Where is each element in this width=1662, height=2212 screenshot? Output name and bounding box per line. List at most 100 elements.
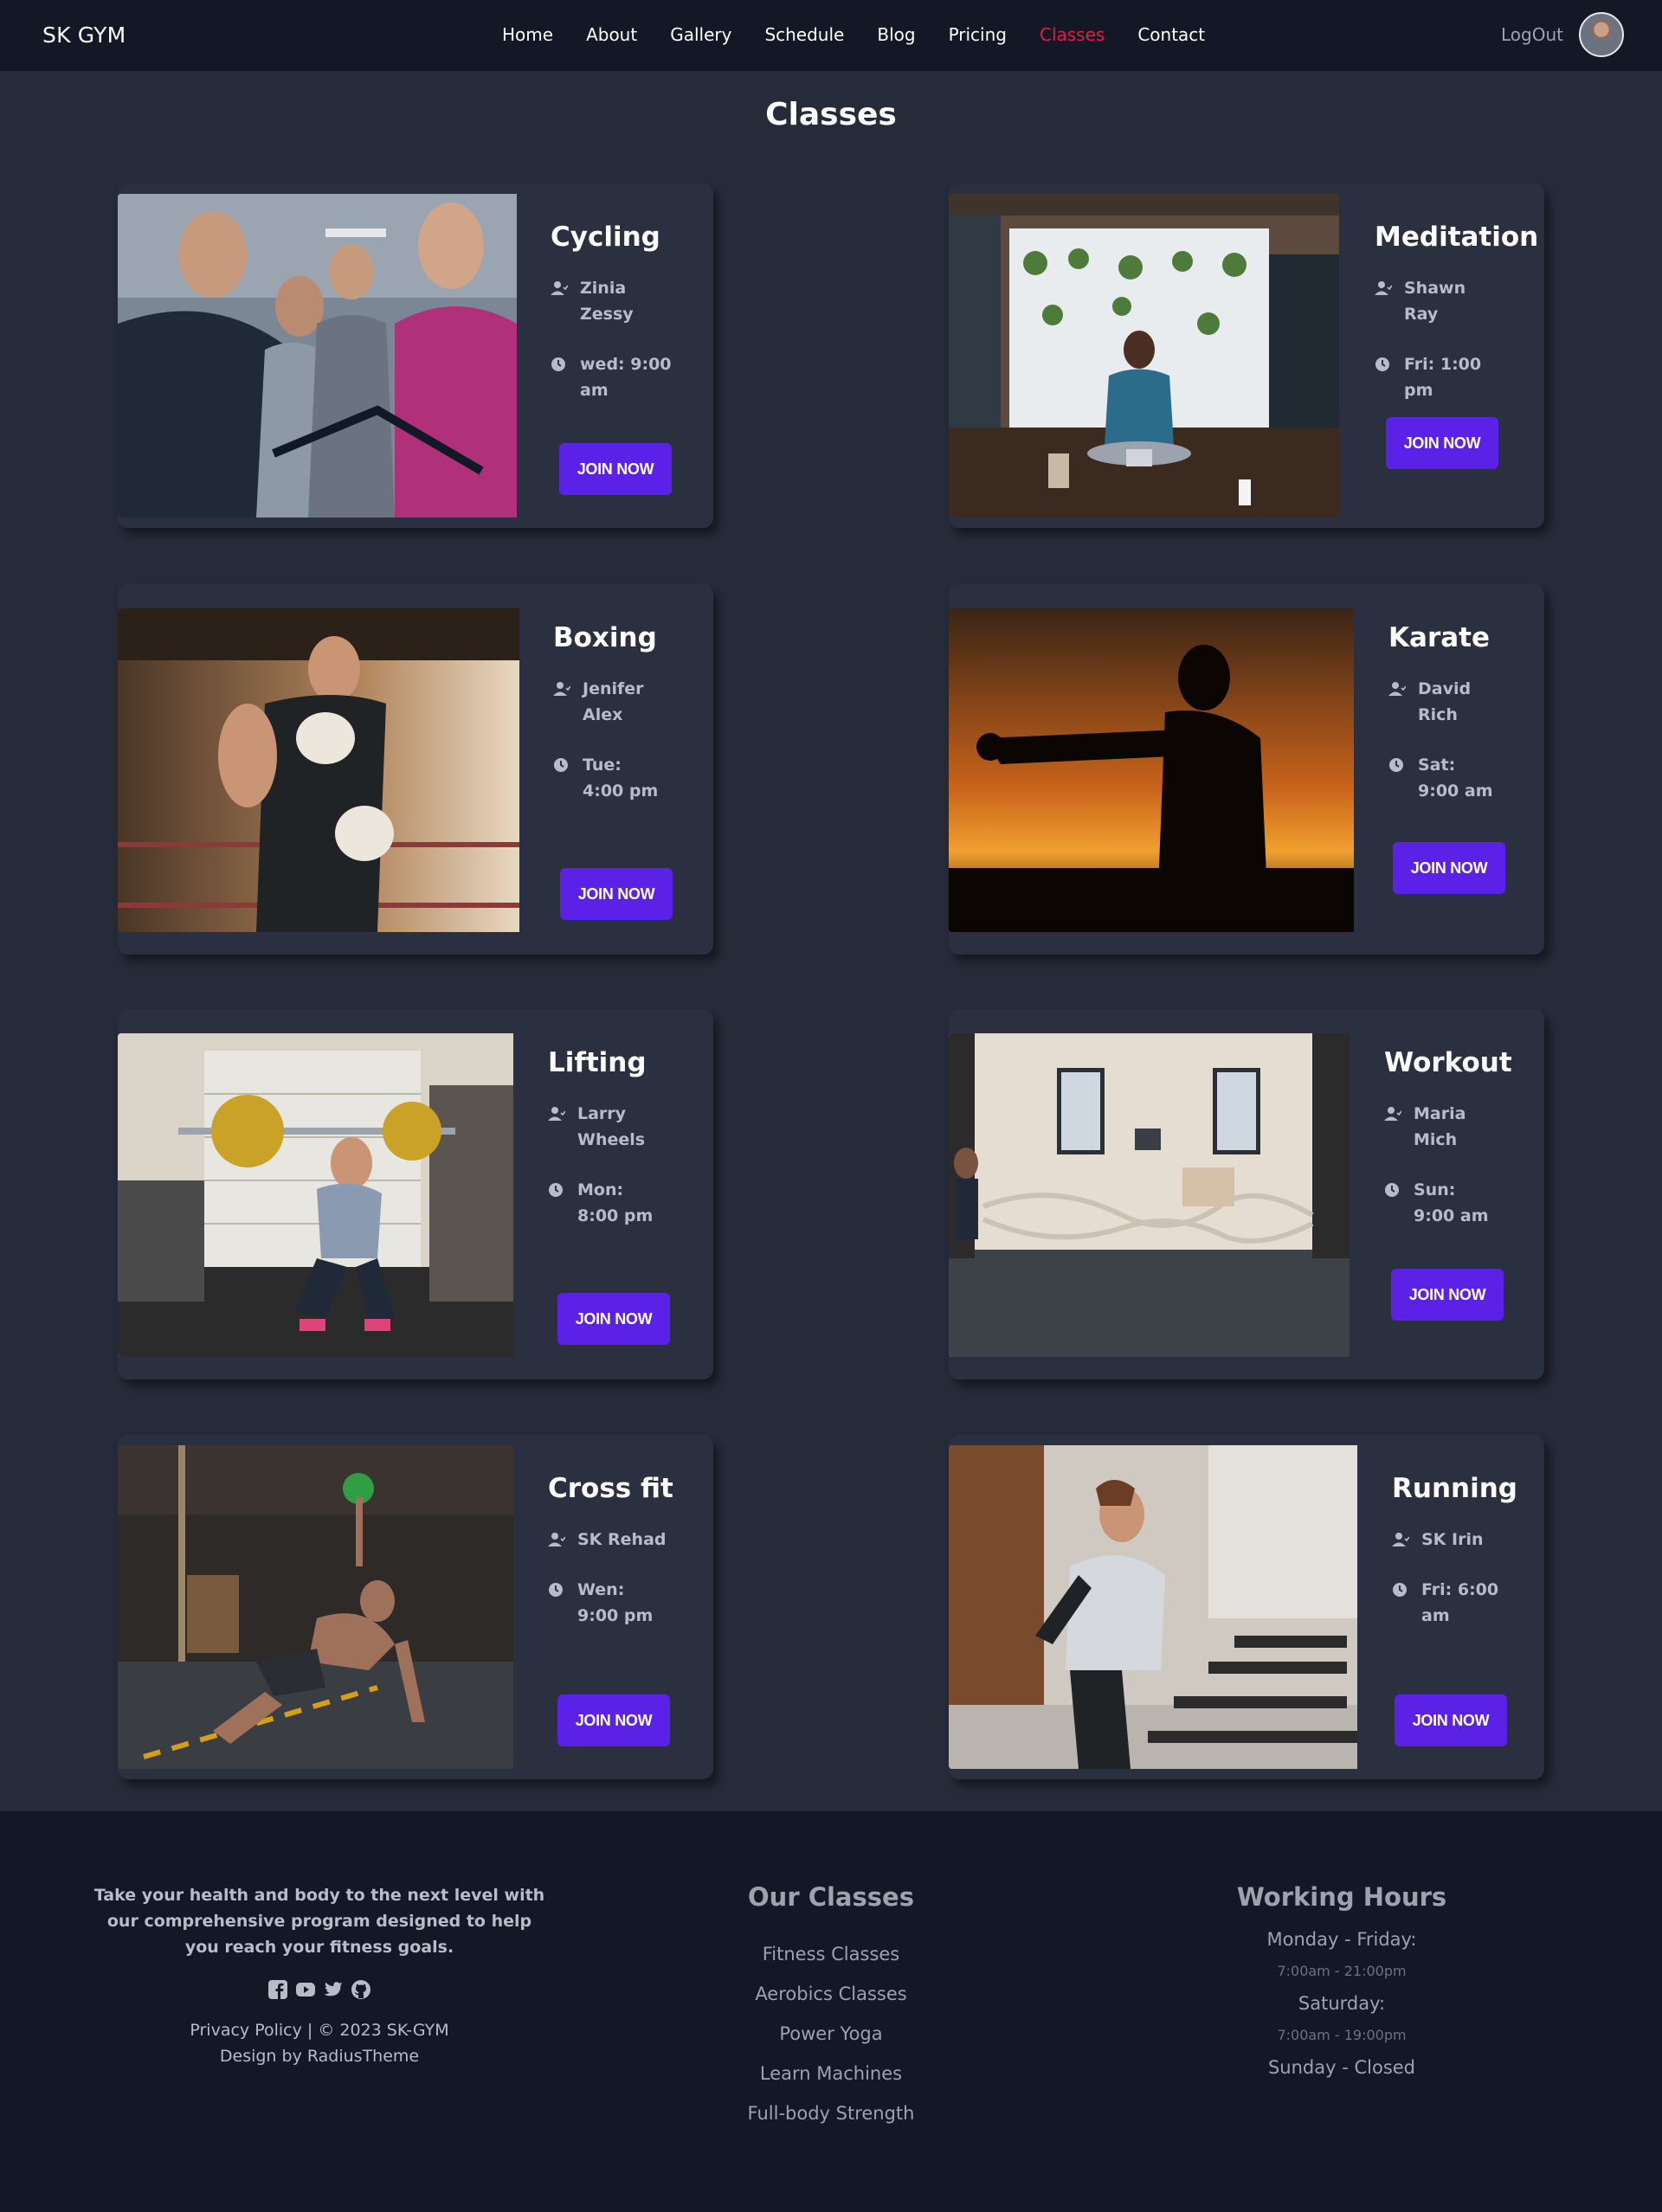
footer-tagline: Take your health and body to the next le… (93, 1886, 545, 1957)
logout-link[interactable]: LogOut (1501, 24, 1563, 45)
hours-weekday-time: 7:00am - 21:00pm (1277, 1963, 1407, 1979)
footer-hours-title: Working Hours (1236, 1882, 1447, 1912)
join-now-button[interactable]: JOIN NOW (1395, 1694, 1507, 1746)
footer-class-link[interactable]: Learn Machines (701, 2054, 961, 2093)
class-photo-meditation (949, 194, 1339, 518)
join-now-button[interactable]: JOIN NOW (1386, 417, 1498, 469)
nav-about[interactable]: About (586, 24, 637, 50)
nav-home[interactable]: Home (502, 24, 553, 50)
class-card-boxing: Boxing Jenifer Alex Tue: 4:00 pm JOIN NO… (118, 584, 713, 955)
nav-blog[interactable]: Blog (877, 24, 915, 50)
join-now-button[interactable]: JOIN NOW (557, 1694, 670, 1746)
class-card-karate: Karate David Rich Sat: 9:00 am JOIN NOW (949, 584, 1544, 955)
social-links (90, 1979, 549, 2000)
clock-icon (548, 1582, 565, 1598)
time-text: Sat: 9:00 am (1418, 756, 1493, 801)
class-trainer: Shawn Ray (1375, 275, 1538, 327)
class-photo-cycling (118, 194, 517, 518)
class-card-lifting: Lifting Larry Wheels Mon: 8:00 pm JOIN N… (118, 1009, 713, 1379)
youtube-icon[interactable] (295, 1979, 316, 2000)
time-text: Wen: 9:00 pm (577, 1580, 654, 1625)
page-title: Classes (765, 97, 897, 132)
time-text: wed: 9:00 am (580, 355, 672, 400)
class-trainer: Jenifer Alex (553, 676, 660, 728)
user-icon (551, 280, 568, 296)
class-title: Meditation (1375, 222, 1539, 253)
class-photo-lifting (118, 1033, 513, 1357)
class-card-cycling: Cycling Zinia Zessy wed: 9:00 am JOIN NO… (118, 183, 713, 528)
clock-icon (553, 757, 570, 773)
footer-classes: Our Classes Fitness Classes Aerobics Cla… (701, 1882, 961, 2133)
trainer-name: Larry Wheels (577, 1104, 646, 1149)
class-title: Cross fit (548, 1473, 673, 1504)
class-time: Tue: 4:00 pm (553, 752, 660, 804)
footer-credit: Design by RadiusTheme (219, 2047, 420, 2066)
class-time: Fri: 1:00 pm (1375, 351, 1538, 403)
join-now-button[interactable]: JOIN NOW (559, 443, 672, 495)
trainer-name: Shawn Ray (1404, 279, 1466, 324)
nav-gallery[interactable]: Gallery (670, 24, 731, 50)
clock-icon (1388, 757, 1406, 773)
time-text: Sun: 9:00 am (1414, 1180, 1489, 1225)
user-icon (548, 1532, 565, 1547)
user-icon (553, 681, 570, 697)
nav-contact[interactable]: Contact (1137, 24, 1205, 50)
join-now-button[interactable]: JOIN NOW (557, 1293, 670, 1345)
class-info: Running SK Irin Fri: 6:00 am (1392, 1473, 1517, 1653)
nav-schedule[interactable]: Schedule (764, 24, 844, 50)
class-time: Fri: 6:00 am (1392, 1577, 1517, 1629)
footer-class-link[interactable]: Power Yoga (701, 2014, 961, 2054)
hours-saturday-label: Saturday: (1298, 1993, 1386, 2014)
footer-class-link[interactable]: Full-body Strength (701, 2093, 961, 2133)
user-icon (548, 1106, 565, 1122)
time-text: Tue: 4:00 pm (583, 756, 659, 801)
class-info: Karate David Rich Sat: 9:00 am (1388, 622, 1513, 828)
class-trainer: Maria Mich (1384, 1101, 1512, 1153)
trainer-name: David Rich (1418, 679, 1472, 724)
footer-about: Take your health and body to the next le… (90, 1882, 549, 2069)
class-info: Cross fit SK Rehad Wen: 9:00 pm (548, 1473, 673, 1653)
footer-class-link[interactable]: Fitness Classes (701, 1934, 961, 1974)
class-info: Workout Maria Mich Sun: 9:00 am (1384, 1047, 1512, 1253)
trainer-name: Maria Mich (1414, 1104, 1466, 1149)
nav-classes[interactable]: Classes (1040, 24, 1105, 50)
class-trainer: David Rich (1388, 676, 1513, 728)
class-time: Sat: 9:00 am (1388, 752, 1513, 804)
avatar[interactable] (1579, 12, 1624, 57)
nav-pricing[interactable]: Pricing (949, 24, 1007, 50)
clock-icon (551, 357, 568, 372)
twitter-icon[interactable] (323, 1979, 344, 2000)
time-text: Fri: 6:00 am (1421, 1580, 1499, 1625)
join-now-button[interactable]: JOIN NOW (560, 868, 673, 920)
class-trainer: SK Rehad (548, 1527, 673, 1553)
class-info: Meditation Shawn Ray Fri: 1:00 pm (1375, 222, 1538, 428)
class-title: Workout (1384, 1047, 1512, 1078)
user-icon (1384, 1106, 1401, 1122)
class-card-meditation: Meditation Shawn Ray Fri: 1:00 pm JOIN N… (949, 183, 1544, 528)
class-title: Boxing (553, 622, 657, 653)
clock-icon (1392, 1582, 1409, 1598)
hours-saturday-time: 7:00am - 19:00pm (1277, 2027, 1407, 2043)
user-icon (1375, 280, 1392, 296)
class-photo-running (949, 1445, 1357, 1769)
class-time: Wen: 9:00 pm (548, 1577, 673, 1629)
footer-class-link[interactable]: Aerobics Classes (701, 1974, 961, 2014)
facebook-icon[interactable] (267, 1979, 288, 2000)
class-card-crossfit: Cross fit SK Rehad Wen: 9:00 pm JOIN NOW (118, 1435, 713, 1779)
github-icon[interactable] (351, 1979, 371, 2000)
user-icon (1388, 681, 1406, 697)
footer-copyright[interactable]: Privacy Policy | © 2023 SK-GYM (90, 2017, 549, 2043)
clock-icon (1384, 1182, 1401, 1198)
join-now-button[interactable]: JOIN NOW (1393, 842, 1505, 894)
class-info: Lifting Larry Wheels Mon: 8:00 pm (548, 1047, 664, 1253)
brand-logo[interactable]: SK GYM (42, 23, 126, 48)
clock-icon (548, 1182, 565, 1198)
trainer-name: Zinia Zessy (580, 279, 634, 324)
join-now-button[interactable]: JOIN NOW (1391, 1269, 1504, 1321)
class-time: wed: 9:00 am (551, 351, 675, 403)
class-photo-boxing (118, 608, 519, 932)
footer-hours: Working Hours Monday - Friday: 7:00am - … (1212, 1882, 1472, 2083)
nav-links: Home About Gallery Schedule Blog Pricing… (502, 24, 1238, 50)
class-time: Mon: 8:00 pm (548, 1177, 664, 1229)
class-title: Lifting (548, 1047, 647, 1078)
